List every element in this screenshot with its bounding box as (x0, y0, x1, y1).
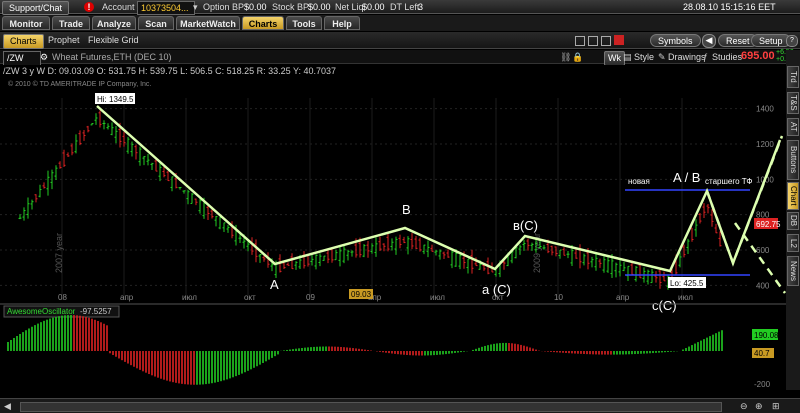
time-tick-label: окт (244, 293, 256, 302)
time-tick-label: апр (616, 293, 630, 302)
chart-toolbar: /ZW ⚙ Wheat Futures,ETH (DEC 10) ⛓ 🔒 Wk … (0, 50, 800, 66)
flag-icon[interactable] (614, 35, 624, 45)
subtab-charts[interactable]: Charts (3, 34, 44, 49)
style-menu[interactable]: Style (634, 51, 654, 64)
scroll-left-icon[interactable]: ◀ (4, 401, 11, 412)
fit-icon[interactable]: ⊞ (772, 401, 780, 412)
tab-tools[interactable]: Tools (286, 16, 322, 30)
wave-label-a: A (270, 277, 279, 292)
style-icon[interactable]: ▤ (623, 51, 632, 64)
tab-analyze[interactable]: Analyze (92, 16, 136, 30)
wave-label-a-c: a (C) (482, 282, 511, 297)
price-tick-label: 1200 (756, 140, 774, 149)
symbol-description: Wheat Futures,ETH (DEC 10) (52, 52, 172, 62)
prev-arrow-icon[interactable]: ◀ (702, 34, 716, 48)
support-chat-button[interactable]: Support/Chat (2, 1, 70, 15)
oscillator-value: -97.5257 (80, 307, 112, 316)
link-icon[interactable]: ⛓ (560, 51, 571, 64)
price-tick-label: 1400 (756, 105, 774, 114)
copyright-text: © 2010 © TD AMERITRADE IP Company, Inc. (8, 80, 151, 88)
subtab-prophet[interactable]: Prophet (48, 34, 80, 47)
main-menu-bar: Monitor Trade Analyze Scan MarketWatch C… (0, 15, 800, 31)
drawings-icon[interactable]: ✎ (658, 51, 666, 64)
studies-menu[interactable]: Studies (712, 51, 742, 64)
help-icon[interactable]: ? (786, 35, 798, 47)
time-tick-label: 09 (306, 293, 315, 302)
layout-single-icon[interactable] (575, 36, 585, 46)
alert-icon[interactable]: ! (84, 2, 94, 12)
bottom-scroll-bar: ◀ ⊖ ⊕ ⊞ (0, 398, 800, 413)
tab-monitor[interactable]: Monitor (2, 16, 50, 30)
ohlc-readout: /ZW 3 y W D: 09.03.09 O: 531.75 H: 539.7… (3, 66, 337, 76)
low-label: Lo: 425.5 (670, 279, 704, 288)
lock-icon[interactable]: 🔒 (572, 51, 583, 64)
price-tick-label: 400 (756, 281, 770, 290)
time-tick-label: июл (430, 293, 445, 302)
tab-scan[interactable]: Scan (138, 16, 174, 30)
gear-icon[interactable]: ⚙ (40, 51, 48, 64)
zoom-in-icon[interactable]: ⊕ (755, 401, 763, 412)
dt-left-value: 3 (418, 2, 424, 12)
option-bp-value: $0.00 (244, 2, 267, 12)
wk-aggregation-button[interactable]: Wk (604, 51, 625, 66)
net-liq-value: $0.00 (362, 2, 385, 12)
wave-label-ab-big: A / B (673, 170, 700, 185)
time-tick-label: июл (182, 293, 197, 302)
time-tick-label: апр (120, 293, 134, 302)
drawings-menu[interactable]: Drawings (668, 51, 706, 64)
zoom-out-icon[interactable]: ⊖ (740, 401, 748, 412)
horizontal-scrollbar[interactable] (20, 402, 722, 412)
new-label: новая (628, 177, 650, 186)
osc-minus200-tick: -200 (754, 380, 771, 389)
cursor-date-tag: 09.03 (351, 290, 372, 299)
option-bp-label: Option BP (203, 2, 245, 12)
tab-marketwatch[interactable]: MarketWatch (176, 16, 240, 30)
time-tick-label: июл (678, 293, 693, 302)
current-price-tag: 692.75 (756, 220, 781, 229)
chart-area[interactable]: © 2010 © TD AMERITRADE IP Company, Inc. … (0, 78, 800, 398)
tab-trade[interactable]: Trade (52, 16, 90, 30)
symbol-input[interactable]: /ZW (3, 51, 41, 66)
wave-label-b: B (402, 202, 411, 217)
last-price: 695.00 (741, 50, 775, 62)
osc-tag-high: 190.08 (754, 331, 779, 340)
top-status-bar: Support/Chat ! Account 10373504... ▾ Opt… (0, 0, 800, 15)
dt-left-label: DT Left (390, 2, 420, 12)
layout-split-icon[interactable] (601, 36, 611, 46)
high-label: Hi: 1349.5 (97, 95, 134, 104)
sub-tab-bar: Charts Prophet Flexible Grid Symbols ◀ R… (0, 32, 800, 49)
clock-text: 28.08.10 15:15:16 EET (683, 2, 776, 12)
account-dropdown-icon[interactable]: ▾ (193, 1, 201, 13)
subtab-flexible-grid[interactable]: Flexible Grid (88, 34, 139, 47)
wave-label-b-c: в(C) (513, 218, 538, 233)
chart-info-bar: /ZW 3 y W D: 09.03.09 O: 531.75 H: 539.7… (0, 65, 800, 78)
year-watermark-2007: 2007 year (54, 233, 64, 273)
studies-icon[interactable]: ƒ (703, 51, 708, 64)
wave-label-c-c: c(C) (652, 298, 677, 313)
stock-bp-value: $0.00 (308, 2, 331, 12)
net-liq-label: Net Liq (335, 2, 364, 12)
time-tick-label: 08 (58, 293, 67, 302)
symbols-button[interactable]: Symbols (650, 34, 701, 47)
layout-grid-icon[interactable] (588, 36, 598, 46)
osc-tag-mid: 40.7 (754, 349, 770, 358)
time-tick-label: 10 (554, 293, 563, 302)
tab-help[interactable]: Help (324, 16, 360, 30)
tab-charts[interactable]: Charts (242, 16, 284, 30)
stock-bp-label: Stock BP (272, 2, 310, 12)
price-tick-label: 600 (756, 246, 770, 255)
setup-button[interactable]: Setup (751, 34, 791, 47)
account-label: Account (102, 2, 135, 12)
oscillator-name[interactable]: AwesomeOscillator (7, 307, 76, 316)
account-field[interactable]: 10373504... (137, 1, 195, 15)
senior-tf-label: старшего ТФ (705, 177, 752, 186)
